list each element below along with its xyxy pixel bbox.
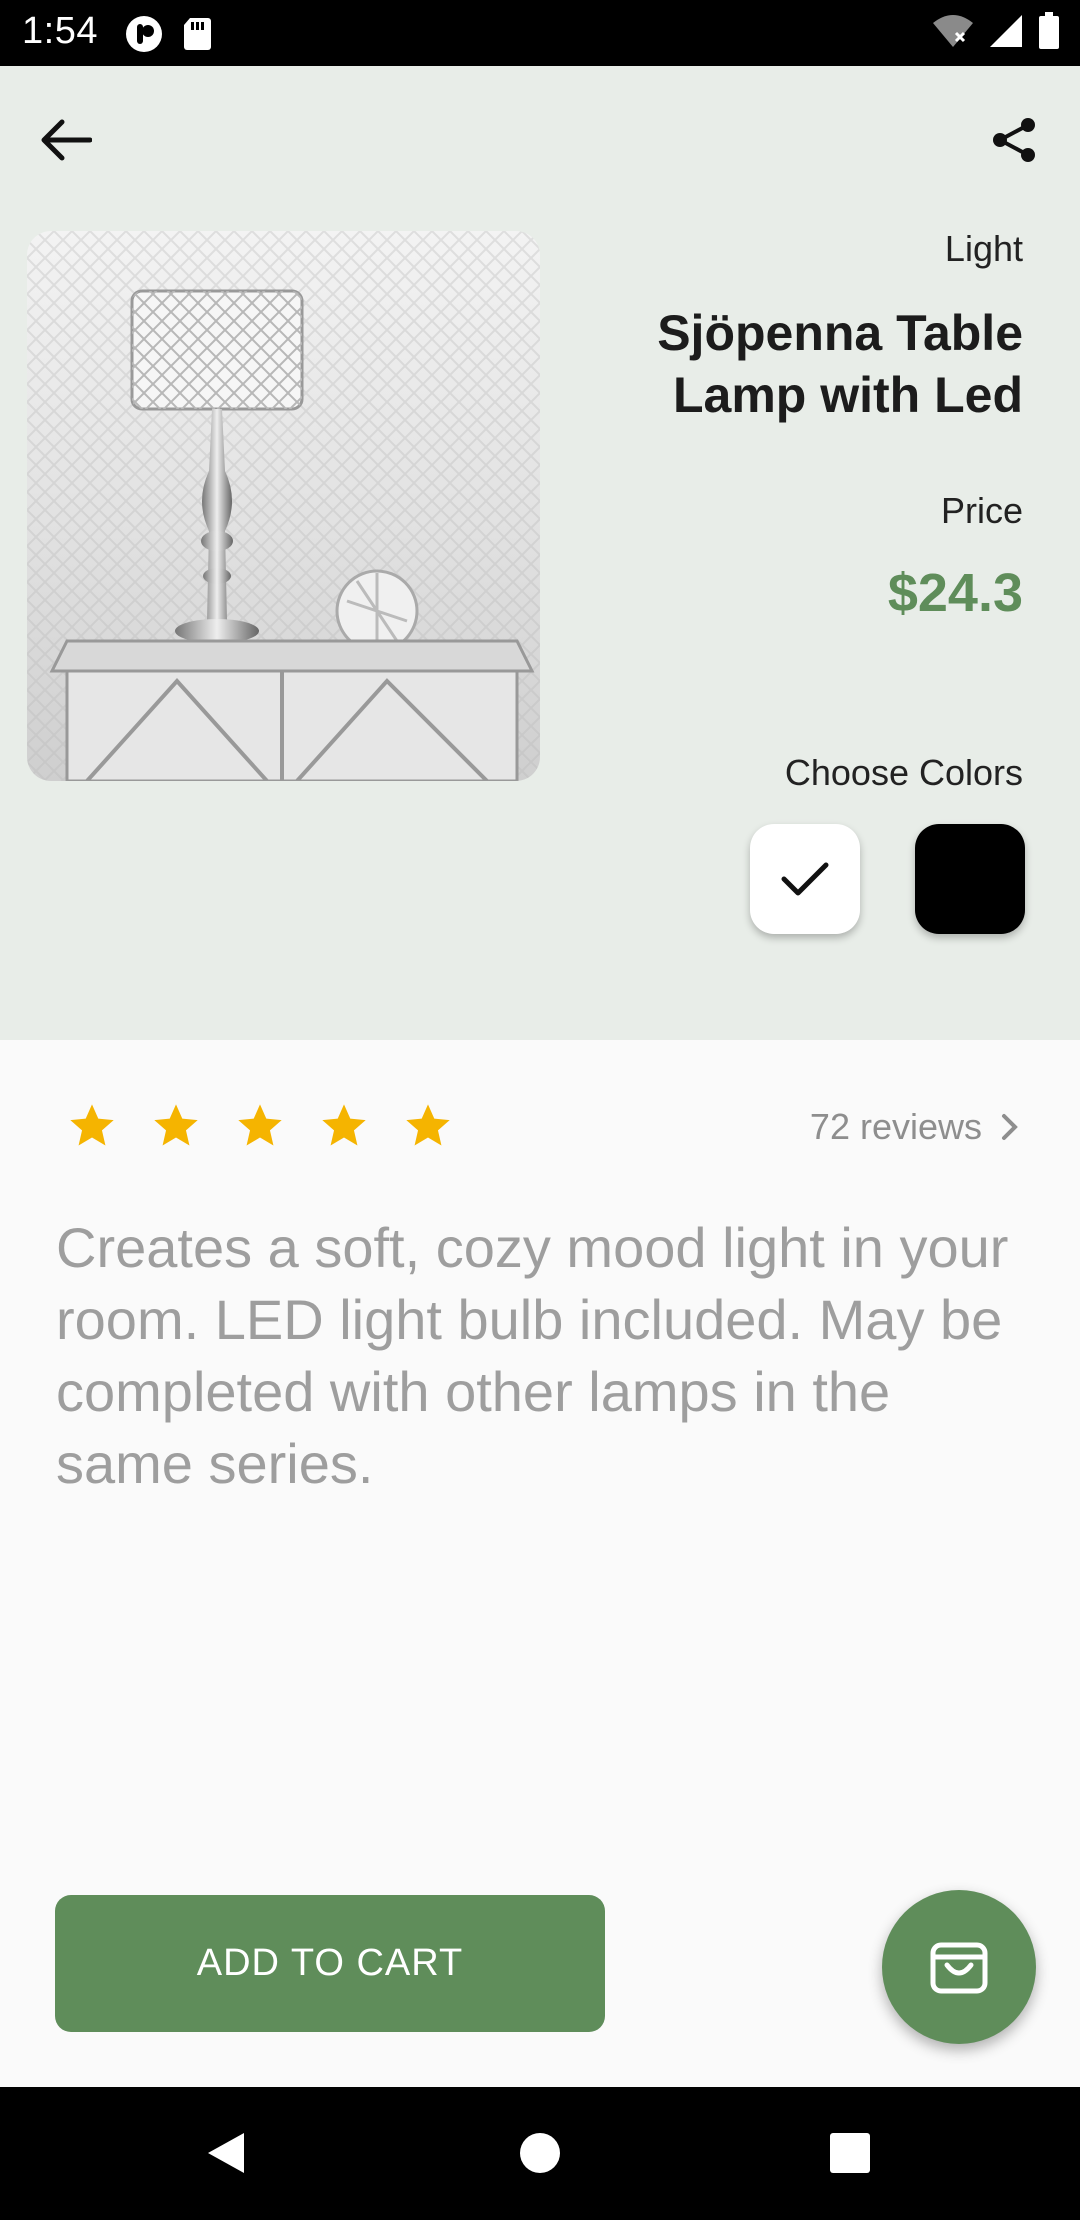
home-circle-icon — [520, 2133, 560, 2173]
cart-fab-button[interactable] — [882, 1890, 1036, 2044]
status-left-icons — [124, 14, 212, 59]
wifi-icon — [932, 13, 974, 54]
sd-card-icon — [182, 16, 212, 57]
nav-home-button[interactable] — [508, 2121, 572, 2185]
system-navigation-bar — [0, 2087, 1080, 2220]
star-icon — [154, 1104, 198, 1146]
star-icon — [238, 1104, 282, 1146]
reviews-link[interactable]: 72 reviews — [810, 1106, 1020, 1148]
shopping-bag-icon — [930, 1942, 988, 1994]
product-title: Sjöpenna Table Lamp with Led — [657, 305, 1023, 423]
price-value: $24.3 — [887, 563, 1023, 623]
chevron-right-icon — [1002, 1114, 1018, 1140]
status-bar: 1:54 — [0, 0, 1080, 66]
product-image — [27, 231, 540, 781]
battery-icon — [1038, 12, 1060, 55]
nav-recents-button[interactable] — [818, 2121, 882, 2185]
back-button[interactable] — [34, 108, 98, 172]
share-icon — [993, 118, 1035, 162]
signal-icon — [988, 13, 1024, 54]
choose-colors-label: Choose Colors — [784, 752, 1023, 793]
status-right-icons — [932, 12, 1060, 55]
share-button[interactable] — [982, 108, 1046, 172]
product-description: Creates a soft, cozy mood light in your … — [56, 1216, 1009, 1495]
add-to-cart-button[interactable]: ADD TO CART — [55, 1895, 605, 2032]
star-icon — [322, 1104, 366, 1146]
star-icon — [70, 1104, 114, 1146]
status-time: 1:54 — [22, 10, 98, 52]
reviews-count: 72 reviews — [809, 1106, 982, 1147]
color-swatch-black[interactable] — [915, 824, 1025, 934]
star-rating — [66, 1100, 454, 1152]
checkmark-icon — [781, 862, 829, 896]
product-category: Light — [944, 228, 1023, 269]
arrow-left-icon — [41, 119, 92, 161]
product-header-section: Light Sjöpenna Table Lamp with Led Price… — [0, 66, 1080, 1040]
price-label: Price — [940, 490, 1023, 531]
star-icon — [406, 1104, 450, 1146]
recents-square-icon — [830, 2133, 870, 2173]
back-triangle-icon — [208, 2133, 244, 2173]
nav-back-button[interactable] — [194, 2121, 258, 2185]
color-swatch-white[interactable] — [750, 824, 860, 934]
notification-icon — [124, 14, 164, 59]
